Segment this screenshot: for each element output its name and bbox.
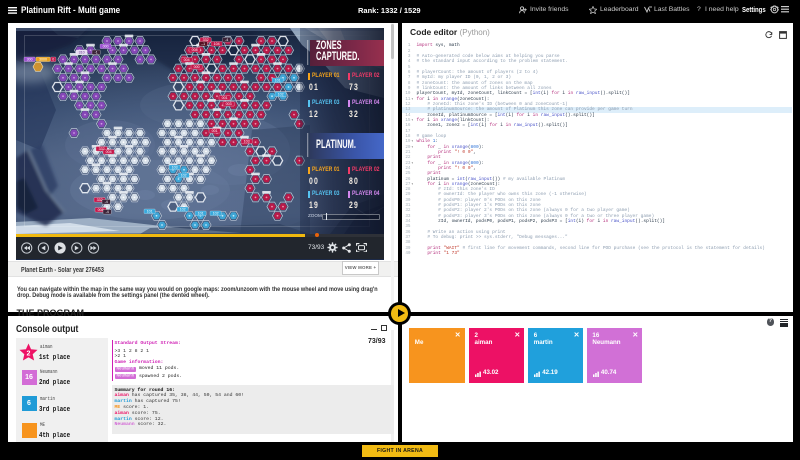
svg-text:2: 2 [26, 349, 30, 357]
